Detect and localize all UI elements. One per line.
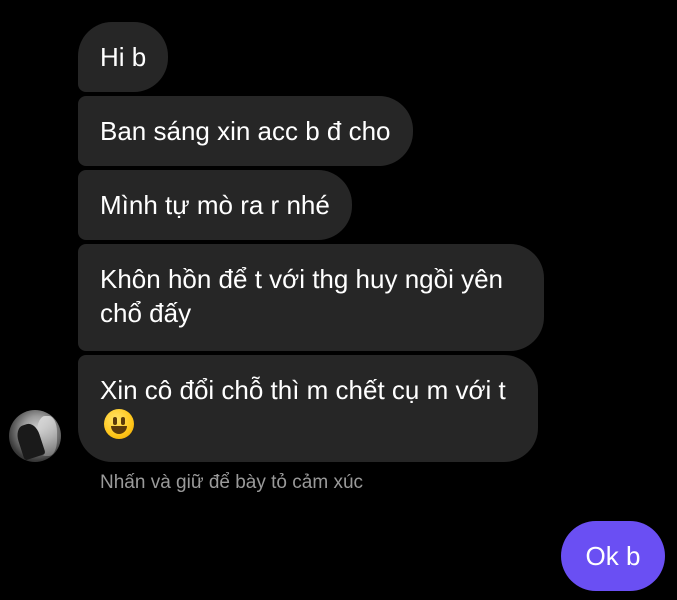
chat-thread: Hi b Ban sáng xin acc b đ cho Mình tự mò… bbox=[0, 0, 677, 600]
incoming-message[interactable]: Hi b bbox=[78, 22, 169, 92]
message-text: Xin cô đổi chỗ thì m chết cụ m với t bbox=[100, 373, 516, 441]
incoming-message[interactable]: Khôn hồn để t với thg huy ngồi yên chổ đ… bbox=[78, 244, 544, 351]
message-text-content: Xin cô đổi chỗ thì m chết cụ m với t bbox=[100, 375, 506, 405]
message-text: Khôn hồn để t với thg huy ngồi yên chổ đ… bbox=[100, 264, 503, 328]
message-text: Hi b bbox=[100, 42, 147, 72]
outgoing-message[interactable]: Ok b bbox=[561, 521, 665, 591]
sender-avatar[interactable] bbox=[9, 410, 61, 462]
message-text: Ok b bbox=[585, 540, 641, 571]
incoming-message[interactable]: Mình tự mò ra r nhé bbox=[78, 170, 352, 240]
message-text: Ban sáng xin acc b đ cho bbox=[100, 116, 391, 146]
incoming-message[interactable]: Ban sáng xin acc b đ cho bbox=[78, 96, 413, 166]
message-text: Mình tự mò ra r nhé bbox=[100, 190, 330, 220]
grinning-face-emoji-icon bbox=[104, 409, 134, 440]
incoming-message[interactable]: Xin cô đổi chỗ thì m chết cụ m với t bbox=[78, 355, 538, 462]
reaction-hint: Nhấn và giữ để bày tỏ cảm xúc bbox=[100, 472, 364, 493]
